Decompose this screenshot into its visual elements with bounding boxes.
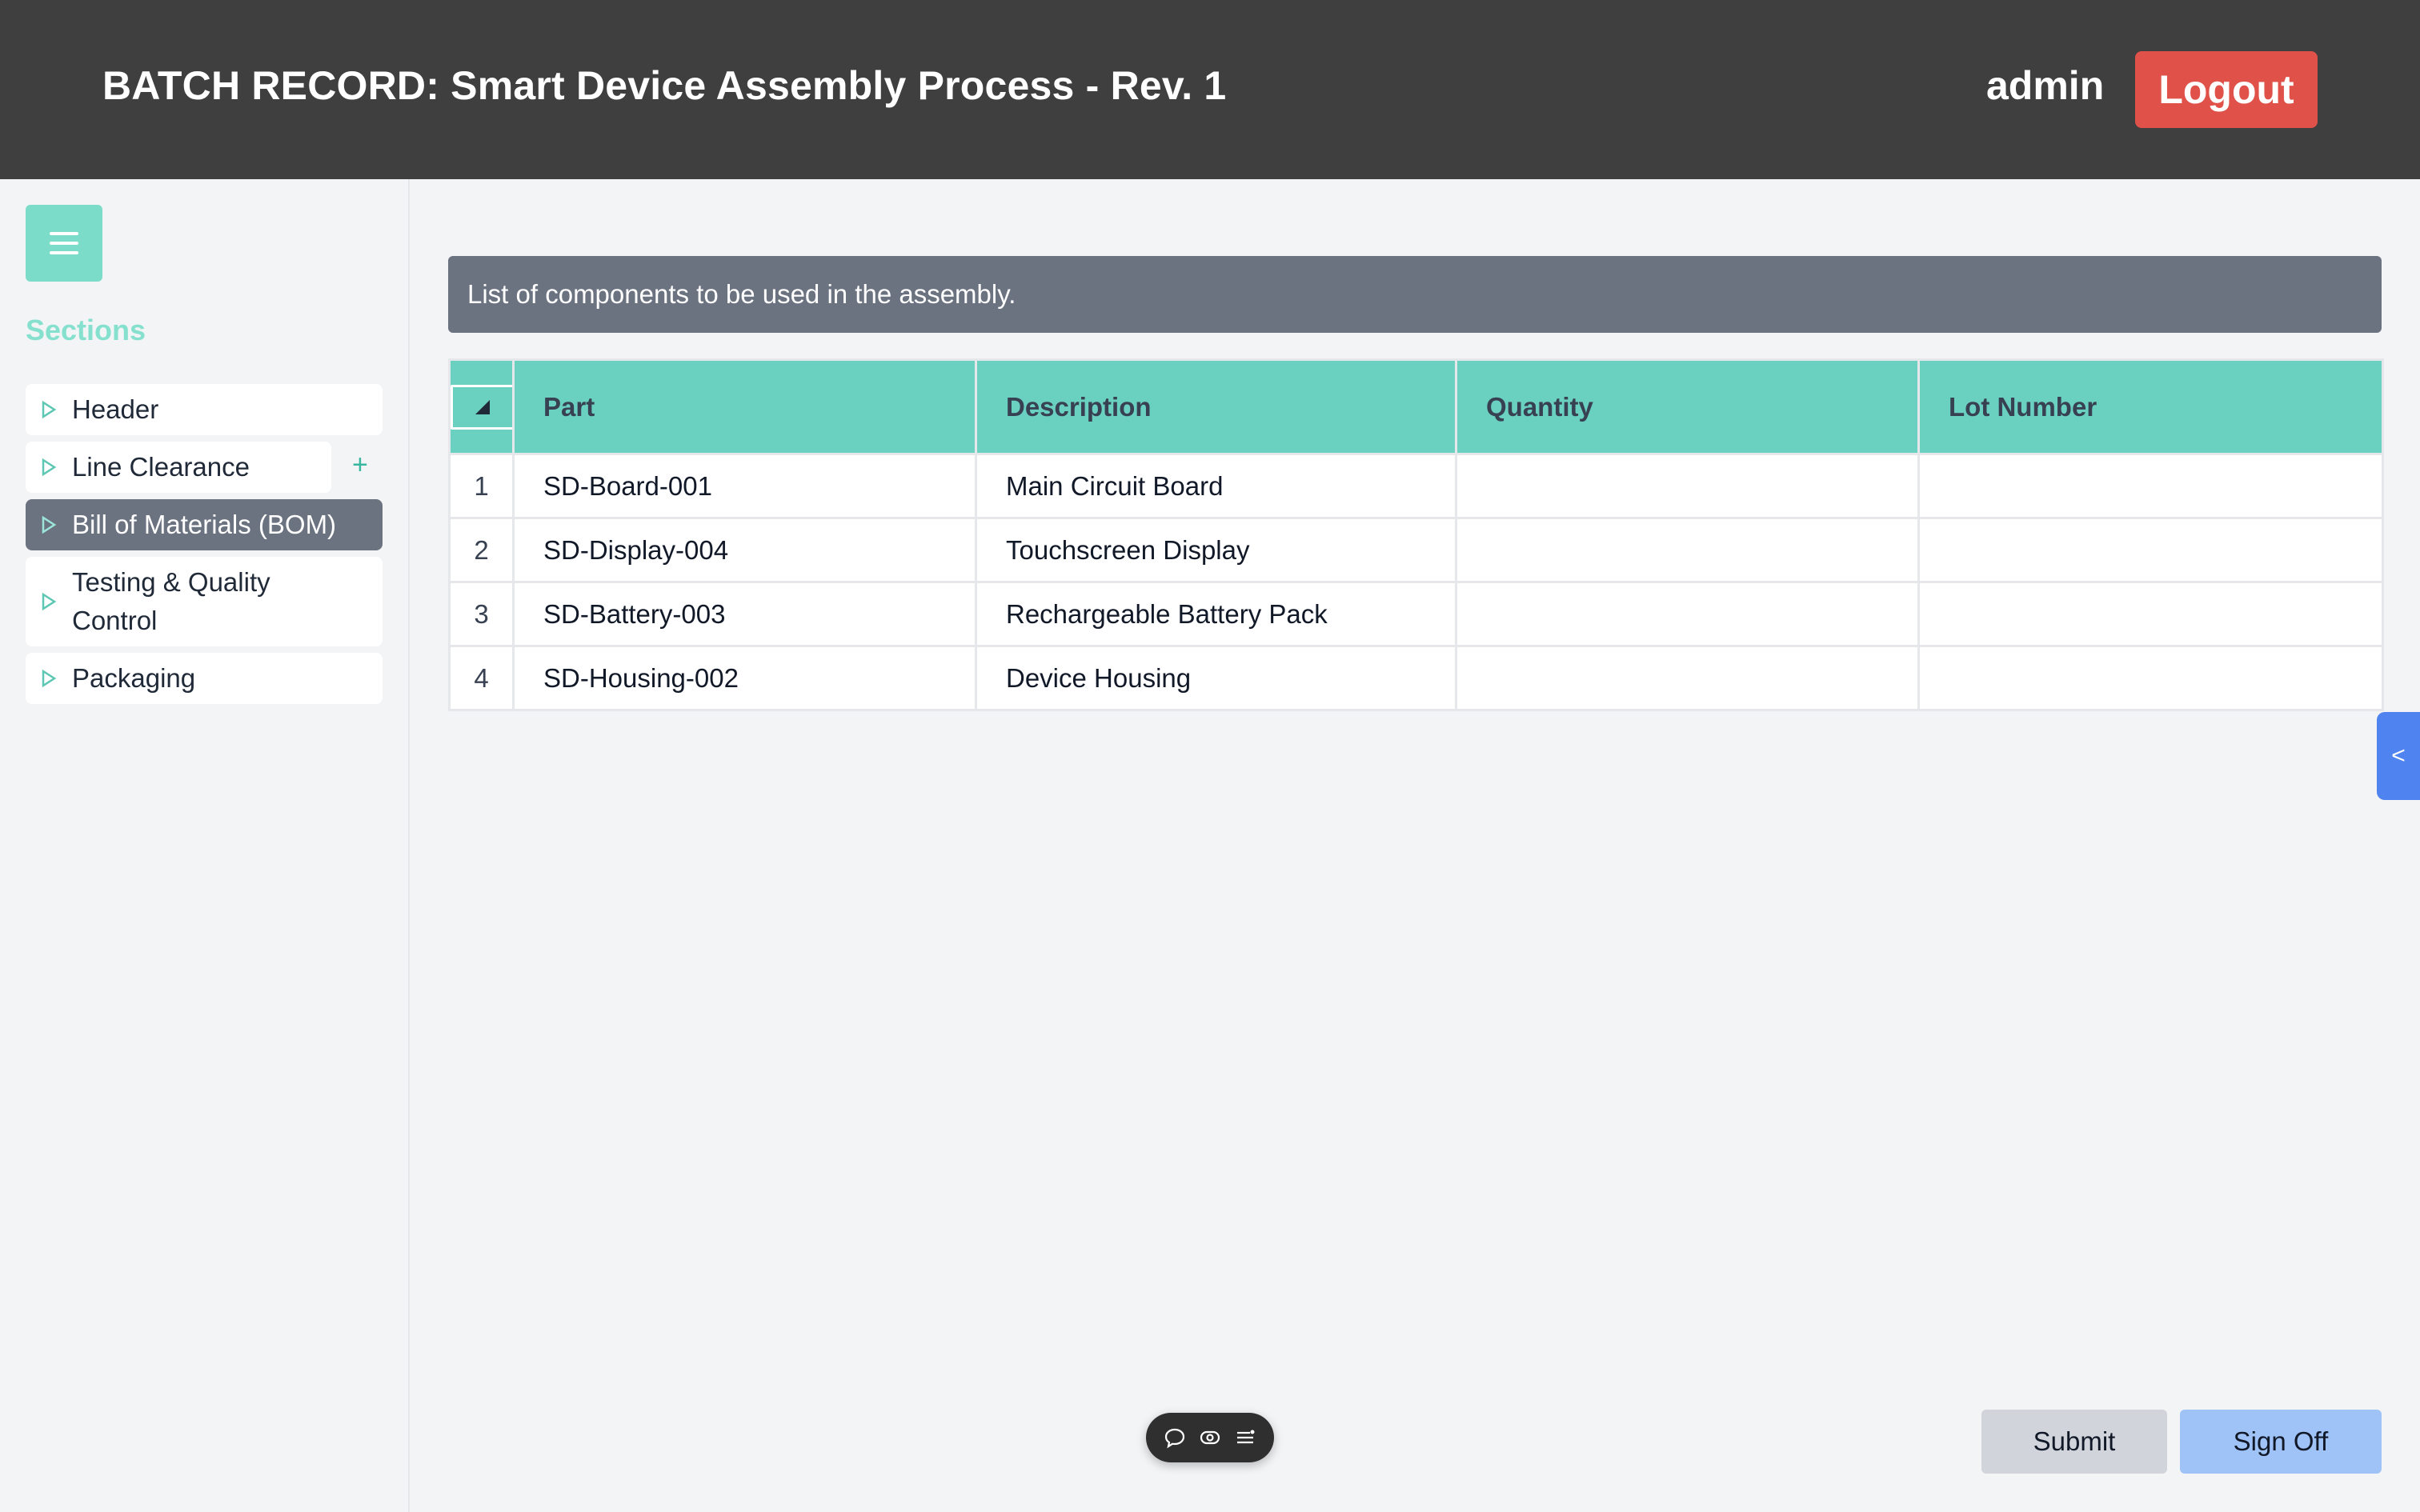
cell-quantity[interactable]	[1455, 453, 1920, 519]
cell-lot-number[interactable]	[1917, 453, 2384, 519]
select-all-cell[interactable]	[448, 358, 515, 455]
sign-off-button[interactable]: Sign Off	[2180, 1410, 2382, 1474]
column-header-quantity[interactable]: Quantity	[1455, 358, 1920, 455]
sidebar-item-label: Testing & Quality Control	[72, 567, 270, 635]
table-row: 2 SD-Display-004 Touchscreen Display	[448, 517, 2384, 583]
floating-toolbar	[1146, 1413, 1274, 1462]
cell-quantity[interactable]	[1455, 645, 1920, 711]
table-row: 4 SD-Housing-002 Device Housing	[448, 645, 2384, 711]
cell-lot-number[interactable]	[1917, 517, 2384, 583]
hamburger-icon	[50, 232, 78, 235]
triangle-right-icon	[26, 401, 72, 418]
cell-description[interactable]: Main Circuit Board	[975, 453, 1457, 519]
cell-part[interactable]: SD-Display-004	[512, 517, 977, 583]
eye-icon[interactable]	[1196, 1423, 1224, 1452]
table-row: 3 SD-Battery-003 Rechargeable Battery Pa…	[448, 581, 2384, 647]
sidebar-item-bom[interactable]: Bill of Materials (BOM)	[26, 499, 383, 550]
row-number: 4	[448, 645, 515, 711]
hamburger-icon	[50, 242, 78, 245]
sidebar-item-label: Line Clearance	[72, 452, 250, 482]
logout-button[interactable]: Logout	[2135, 51, 2318, 128]
sidebar-item-packaging[interactable]: Packaging	[26, 653, 383, 704]
sidebar-item-testing-quality[interactable]: Testing & Quality Control	[26, 557, 383, 646]
sidebar-item-label: Packaging	[72, 663, 196, 693]
bom-table: Part Description Quantity Lot Number 1 S…	[448, 358, 2384, 711]
triangle-right-icon	[26, 593, 72, 610]
page-title: BATCH RECORD: Smart Device Assembly Proc…	[102, 63, 1227, 108]
sidebar-item-line-clearance[interactable]: Line Clearance	[26, 442, 331, 493]
row-number: 1	[448, 453, 515, 519]
column-header-lot-number[interactable]: Lot Number	[1917, 358, 2384, 455]
sort-toggle-icon[interactable]	[451, 384, 515, 430]
column-header-part[interactable]: Part	[512, 358, 977, 455]
sections-heading: Sections	[26, 314, 146, 346]
cell-quantity[interactable]	[1455, 517, 1920, 583]
sidebar: Sections Header Line Clearance + Bill of…	[0, 179, 410, 1512]
comment-icon[interactable]	[1160, 1423, 1189, 1452]
triangle-right-icon	[26, 670, 72, 687]
triangle-right-icon	[26, 516, 72, 534]
add-subsection-button[interactable]: +	[352, 451, 368, 478]
section-description: List of components to be used in the ass…	[448, 256, 2382, 333]
table-row: 1 SD-Board-001 Main Circuit Board	[448, 453, 2384, 519]
list-icon[interactable]	[1231, 1423, 1260, 1452]
cell-part[interactable]: SD-Battery-003	[512, 581, 977, 647]
triangle-right-icon	[26, 458, 72, 476]
menu-toggle-button[interactable]	[26, 205, 102, 282]
app-header: BATCH RECORD: Smart Device Assembly Proc…	[0, 0, 2420, 179]
cell-part[interactable]: SD-Board-001	[512, 453, 977, 519]
table-header-row: Part Description Quantity Lot Number	[448, 358, 2384, 455]
username: admin	[1986, 63, 2105, 108]
column-header-description[interactable]: Description	[975, 358, 1457, 455]
cell-part[interactable]: SD-Housing-002	[512, 645, 977, 711]
cell-lot-number[interactable]	[1917, 645, 2384, 711]
sidebar-item-label: Bill of Materials (BOM)	[72, 510, 337, 539]
submit-button[interactable]: Submit	[1981, 1410, 2167, 1474]
side-panel-toggle[interactable]: <	[2377, 712, 2420, 800]
cell-description[interactable]: Device Housing	[975, 645, 1457, 711]
cell-description[interactable]: Rechargeable Battery Pack	[975, 581, 1457, 647]
cell-lot-number[interactable]	[1917, 581, 2384, 647]
row-number: 2	[448, 517, 515, 583]
cell-quantity[interactable]	[1455, 581, 1920, 647]
row-number: 3	[448, 581, 515, 647]
sidebar-item-header[interactable]: Header	[26, 384, 383, 435]
sidebar-item-label: Header	[72, 394, 159, 424]
cell-description[interactable]: Touchscreen Display	[975, 517, 1457, 583]
hamburger-icon	[50, 251, 78, 254]
